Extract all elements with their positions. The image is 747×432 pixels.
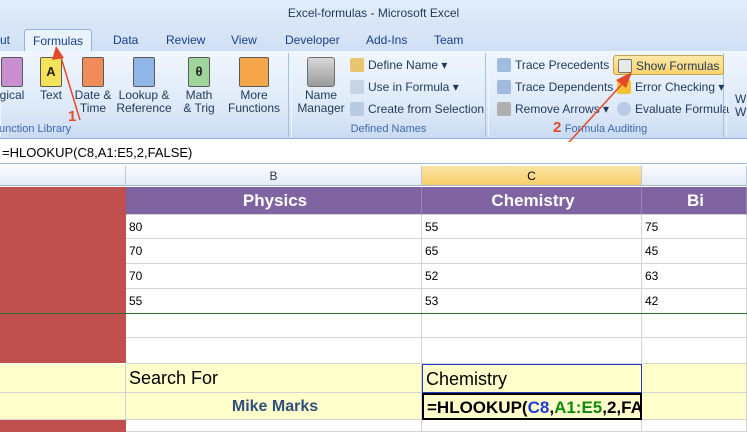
cell-c3[interactable]: 65: [422, 239, 642, 264]
cell-a9[interactable]: [0, 420, 126, 432]
cell-c6[interactable]: [422, 314, 642, 338]
cell-b10[interactable]: [126, 420, 422, 432]
cell-d3[interactable]: 45: [642, 239, 747, 264]
cell-c4[interactable]: 52: [422, 264, 642, 289]
worksheet-grid: Physics Chemistry Bi 80 55 75 70 65 45 7…: [0, 187, 747, 432]
formula-ref-c8: C8: [527, 398, 550, 417]
column-header-d[interactable]: [642, 166, 747, 186]
cell-d4[interactable]: 63: [642, 264, 747, 289]
formula-part-rest: ,2,FA: [602, 398, 642, 417]
formula-bar[interactable]: =HLOOKUP(C8,A1:E5,2,FALSE): [0, 142, 747, 164]
cell-a7[interactable]: [0, 364, 126, 393]
cell-d10[interactable]: [642, 420, 747, 432]
header-physics[interactable]: Physics: [126, 187, 422, 215]
formula-part-func: =HLOOKUP(: [427, 398, 528, 417]
arrow-1-head: [52, 46, 64, 60]
formula-bar-value[interactable]: =HLOOKUP(C8,A1:E5,2,FALSE): [2, 145, 192, 160]
header-chemistry[interactable]: Chemistry: [422, 187, 642, 215]
column-header-b[interactable]: B: [126, 166, 422, 186]
cell-d8[interactable]: [642, 364, 747, 393]
search-for-label-cell[interactable]: Search For: [126, 364, 422, 393]
cell-d6[interactable]: [642, 314, 747, 338]
arrow-2-head: [616, 72, 632, 88]
cell-b6[interactable]: [126, 314, 422, 338]
column-header-a[interactable]: [0, 166, 126, 186]
cell-b3[interactable]: 70: [126, 239, 422, 264]
annotation-1: 1: [68, 108, 77, 125]
cell-d7-empty[interactable]: [642, 338, 747, 364]
cell-b7-empty[interactable]: [126, 338, 422, 364]
cell-d9[interactable]: [642, 393, 747, 420]
cell-c10[interactable]: [422, 420, 642, 432]
cell-c5[interactable]: 53: [422, 289, 642, 314]
cell-b4[interactable]: 70: [126, 264, 422, 289]
formula-ref-range: A1:E5: [554, 398, 603, 417]
mike-marks-label-cell[interactable]: Mike Marks: [126, 393, 422, 420]
column-a-fill[interactable]: [0, 187, 126, 363]
cell-d2[interactable]: 75: [642, 215, 747, 239]
cell-d5[interactable]: 42: [642, 289, 747, 314]
header-biology[interactable]: Bi: [642, 187, 747, 215]
cell-b2[interactable]: 80: [126, 215, 422, 239]
cell-c7-empty[interactable]: [422, 338, 642, 364]
cell-c2[interactable]: 55: [422, 215, 642, 239]
formula-edit-cell[interactable]: =HLOOKUP(C8,A1:E5,2,FA: [422, 393, 642, 420]
cell-b5[interactable]: 55: [126, 289, 422, 314]
annotation-2: 2: [553, 119, 562, 136]
column-header-c[interactable]: C: [422, 166, 642, 186]
cell-a8[interactable]: [0, 393, 126, 420]
search-for-value-cell[interactable]: Chemistry: [422, 364, 642, 393]
